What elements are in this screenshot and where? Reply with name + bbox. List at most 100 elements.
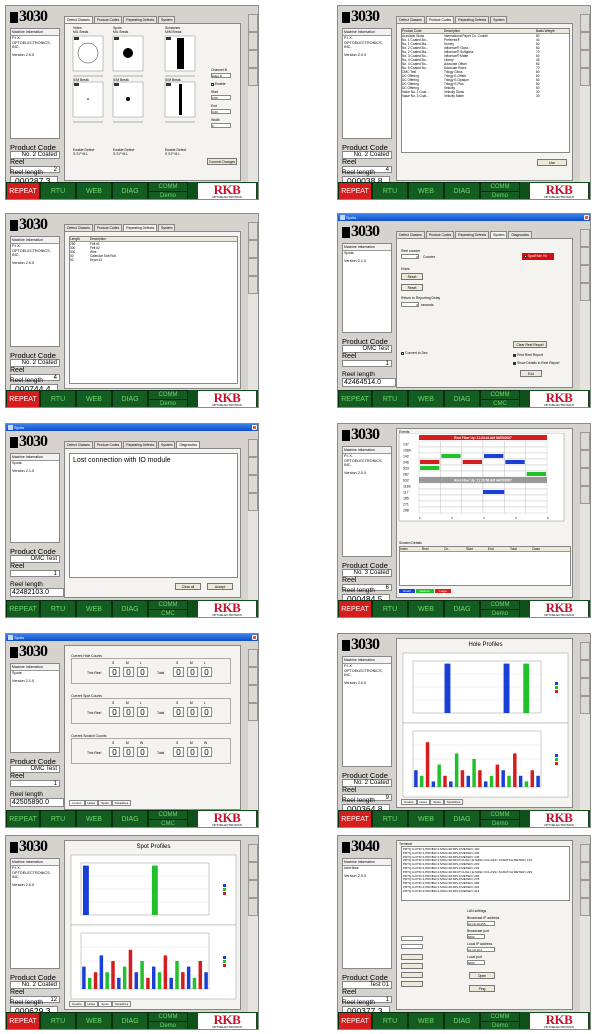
- tab-defect-classes[interactable]: Defect Classes: [396, 16, 425, 23]
- tab-product-codes[interactable]: Product Codes: [93, 441, 123, 448]
- delay-field[interactable]: 0: [401, 302, 419, 307]
- comm-button[interactable]: COMM Demo: [148, 1012, 188, 1029]
- tab-system[interactable]: System: [490, 231, 508, 238]
- reel-counter-field[interactable]: 0: [401, 254, 419, 259]
- diag-button[interactable]: DIAG: [112, 810, 148, 827]
- product-code-list[interactable]: Product Code Description Basis Weight Acco…: [401, 28, 570, 153]
- web-button[interactable]: WEB: [76, 810, 112, 827]
- tab-system[interactable]: System: [158, 224, 176, 231]
- count-tabs[interactable]: Counts Holes Spots Scratches: [69, 800, 132, 806]
- diag-button[interactable]: DIAG: [112, 1012, 148, 1029]
- tab-repeating-defects[interactable]: Repeating Defects: [455, 231, 490, 238]
- reset-button[interactable]: Reset: [401, 273, 423, 280]
- open-button[interactable]: Open: [469, 972, 495, 979]
- tab-repeating-defects[interactable]: Repeating Defects: [123, 224, 158, 231]
- profile-tabs[interactable]: Counts Holes Spots Scratches: [401, 799, 464, 805]
- width-field[interactable]: 0: [211, 123, 231, 128]
- tab-bar[interactable]: Defect Classes Product Codes Repeating Def…: [64, 224, 176, 231]
- tab-repeating-defects[interactable]: Repeating Defects: [123, 16, 158, 23]
- clear-all-button[interactable]: Clear all: [175, 583, 201, 590]
- start-field[interactable]: 0.00: [211, 95, 231, 100]
- rtu-button[interactable]: RTU: [372, 182, 408, 199]
- tab-defect-classes[interactable]: Defect Classes: [396, 231, 425, 238]
- rtu-button[interactable]: RTU: [40, 1012, 76, 1029]
- enable-checkboxes[interactable]: S S P M L: [113, 152, 128, 156]
- tab-holes[interactable]: Holes: [84, 800, 99, 806]
- vertical-tabs[interactable]: [580, 642, 590, 812]
- repeat-button[interactable]: REPEAT: [338, 1012, 372, 1029]
- repeat-button[interactable]: REPEAT: [338, 182, 372, 199]
- tab-product-codes[interactable]: Product Codes: [425, 231, 455, 238]
- enable-checkboxes[interactable]: S S P M L: [73, 152, 88, 156]
- tab-product-codes[interactable]: Product Codes: [425, 16, 455, 23]
- comm-button[interactable]: COMM Demo: [480, 810, 520, 827]
- diag-button[interactable]: DIAG: [444, 182, 480, 199]
- vertical-tabs[interactable]: [248, 222, 258, 392]
- repeat-button[interactable]: REPEAT: [338, 600, 372, 617]
- tab-diagnostics[interactable]: Diagnostics: [508, 231, 532, 238]
- channel-select[interactable]: Edge D: [211, 73, 231, 78]
- vertical-tabs[interactable]: [580, 14, 590, 184]
- clear-reel-report-button[interactable]: Clear Reel Report: [513, 341, 547, 348]
- repeat-button[interactable]: REPEAT: [6, 600, 40, 617]
- broadcast-ip-field[interactable]: 10.10.10.255: [467, 921, 495, 926]
- web-button[interactable]: WEB: [408, 182, 444, 199]
- tab-defect-classes[interactable]: Defect Classes: [64, 441, 93, 448]
- broadcast-port-field[interactable]: 5002: [467, 934, 485, 939]
- comm-button[interactable]: COMM Demo: [148, 390, 188, 407]
- list-item[interactable]: 90 Dryer #1: [70, 258, 237, 262]
- diag-button[interactable]: DIAG: [444, 390, 480, 407]
- scratch-details-table[interactable]: Index Reel Ch. Start End Total Class: [399, 546, 571, 586]
- list-item[interactable]: Value No. 3 Coat... Velocity Matte 30: [402, 94, 569, 98]
- comm-button[interactable]: COMM CMC: [148, 810, 188, 827]
- reset2-button[interactable]: Reset: [401, 284, 423, 291]
- tab-repeating-defects[interactable]: Repeating Defects: [455, 16, 490, 23]
- tab-defect-classes[interactable]: Defect Classes: [64, 224, 93, 231]
- tab-counts[interactable]: Counts: [69, 800, 85, 806]
- vertical-tabs[interactable]: [580, 432, 590, 602]
- tab-defect-classes[interactable]: Defect Classes: [64, 16, 93, 23]
- tab-bar[interactable]: Defect Classes Product Codes Repeating Def…: [64, 16, 176, 23]
- repeat-button[interactable]: REPEAT: [6, 1012, 40, 1029]
- tab-repeating-defects[interactable]: Repeating Defects: [123, 441, 158, 448]
- vertical-tabs[interactable]: [248, 14, 258, 184]
- comm-button[interactable]: COMM Demo: [480, 182, 520, 199]
- web-button[interactable]: WEB: [76, 182, 112, 199]
- comm-button[interactable]: COMM Demo: [148, 182, 188, 199]
- comm-button[interactable]: COMM CMC: [148, 600, 188, 617]
- diag-button[interactable]: DIAG: [444, 810, 480, 827]
- vertical-tabs[interactable]: [248, 649, 258, 819]
- button-b[interactable]: [401, 963, 423, 969]
- web-button[interactable]: WEB: [76, 390, 112, 407]
- profile-tabs[interactable]: Counts Holes Spots Scratches: [69, 1001, 132, 1007]
- show-details-checkbox[interactable]: Show Details in Reel Report: [513, 361, 559, 365]
- diag-button[interactable]: DIAG: [112, 600, 148, 617]
- tab-system[interactable]: System: [158, 441, 176, 448]
- tab-bar[interactable]: Defect Classes Product Codes Repeating Def…: [396, 16, 508, 23]
- tab-bar[interactable]: Defect Classes Product Codes Repeating Def…: [64, 441, 201, 448]
- repeat-button[interactable]: REPEAT: [338, 390, 372, 407]
- ping-button[interactable]: Ping: [469, 985, 495, 992]
- tab-scratches[interactable]: Scratches: [111, 800, 132, 806]
- web-button[interactable]: WEB: [76, 1012, 112, 1029]
- diag-button[interactable]: DIAG: [112, 390, 148, 407]
- button-a[interactable]: [401, 954, 423, 960]
- comm-button[interactable]: COMM CMC: [480, 390, 520, 407]
- tab-spots[interactable]: Spots: [98, 800, 112, 806]
- rtu-button[interactable]: RTU: [372, 1012, 408, 1029]
- comm-button[interactable]: COMM Demo: [480, 1012, 520, 1029]
- button-c[interactable]: [401, 972, 423, 978]
- rtu-button[interactable]: RTU: [372, 810, 408, 827]
- diag-button[interactable]: DIAG: [112, 182, 148, 199]
- commit-changes-button[interactable]: Commit Changes: [207, 158, 237, 165]
- tab-product-codes[interactable]: Product Codes: [93, 16, 123, 23]
- local-ip-field[interactable]: 10.10.10.2: [467, 947, 495, 952]
- print-reel-checkbox[interactable]: Print Reel Report: [513, 353, 543, 357]
- close-icon[interactable]: [584, 215, 589, 220]
- tab-system[interactable]: System: [490, 16, 508, 23]
- vertical-tabs[interactable]: [248, 844, 258, 1014]
- web-button[interactable]: WEB: [76, 600, 112, 617]
- diag-button[interactable]: DIAG: [444, 600, 480, 617]
- end-field[interactable]: 0.00: [211, 109, 231, 114]
- rtu-button[interactable]: RTU: [40, 390, 76, 407]
